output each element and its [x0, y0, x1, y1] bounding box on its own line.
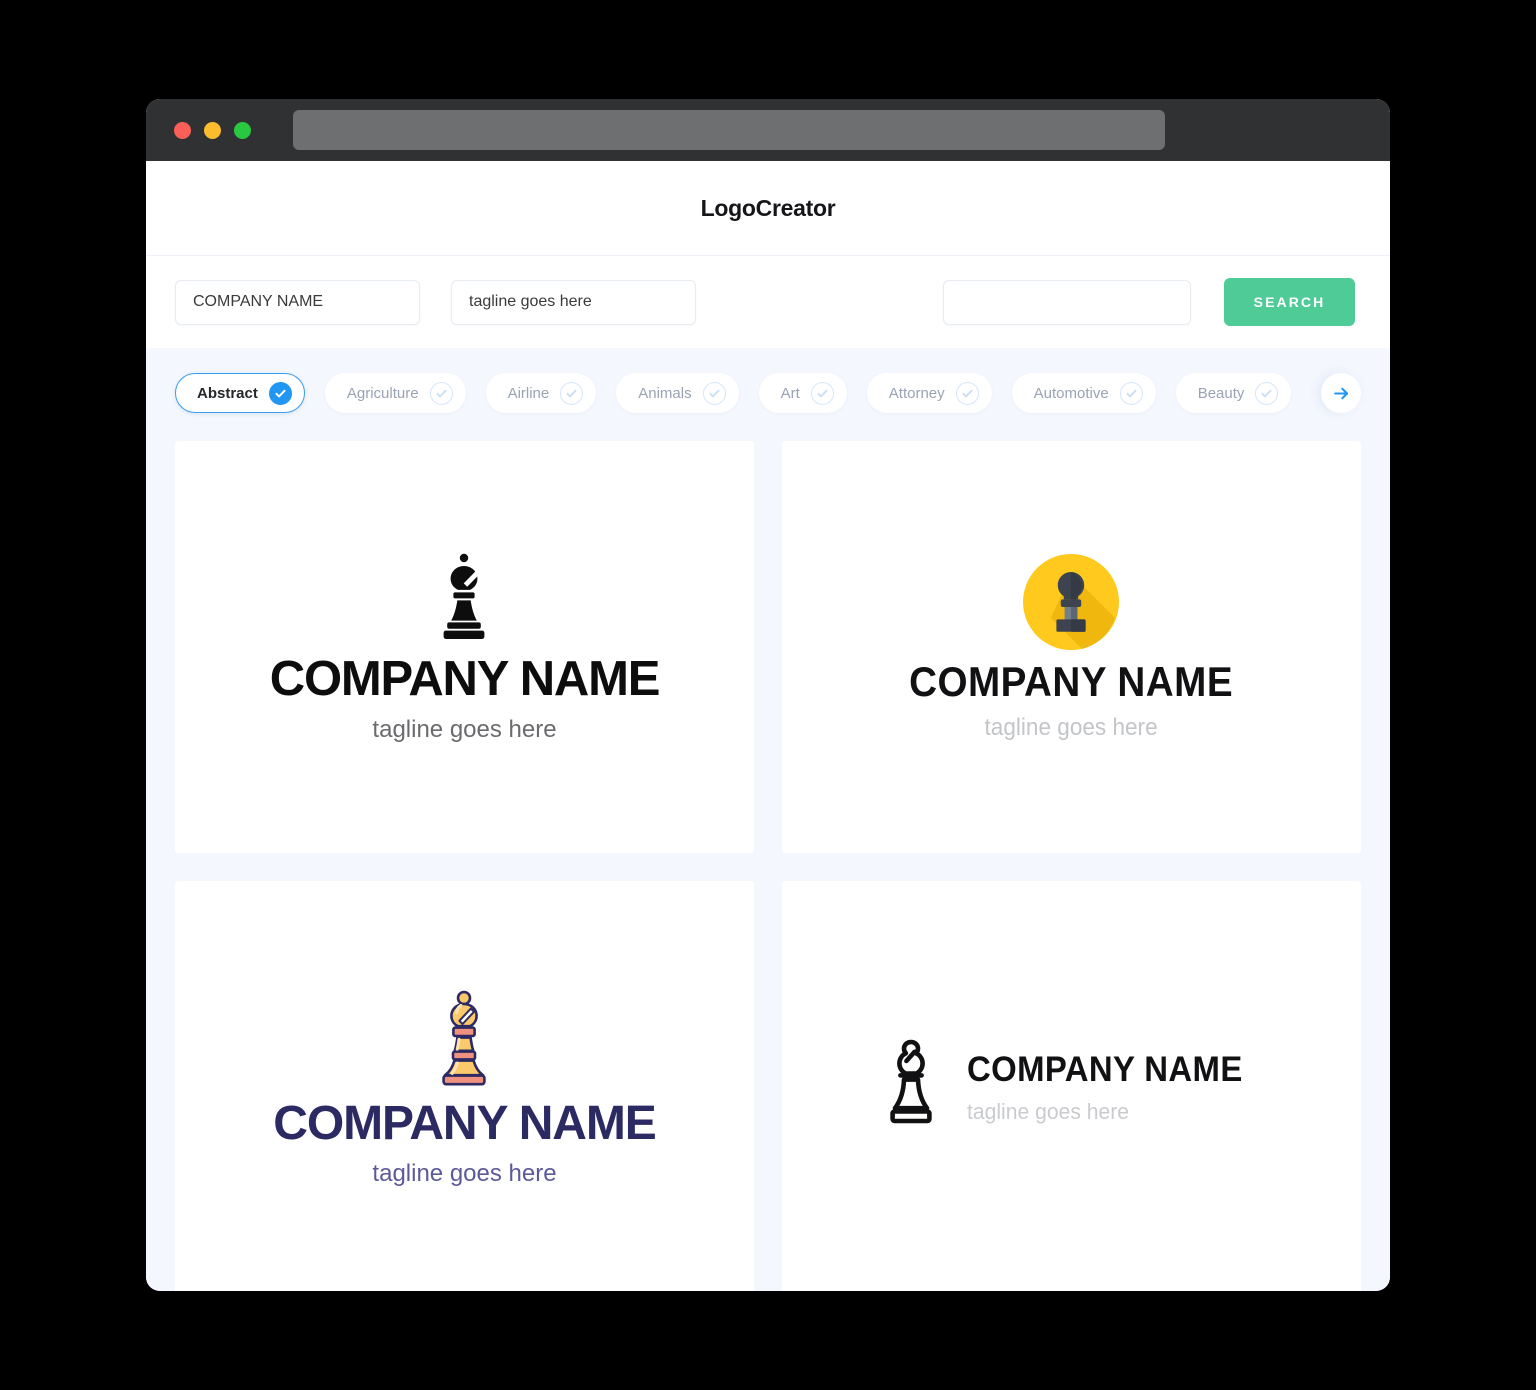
logo-lockup: COMPANY NAME tagline goes here — [883, 1037, 1260, 1138]
minimize-window-button[interactable] — [204, 121, 221, 139]
tagline-input[interactable] — [451, 279, 696, 325]
check-icon — [702, 381, 726, 405]
check-icon — [810, 381, 834, 405]
category-pill-label: Attorney — [888, 384, 945, 402]
arrow-right-icon — [1332, 384, 1351, 403]
category-pill-agriculture[interactable]: Agriculture — [324, 373, 466, 413]
traffic-light-group — [174, 121, 251, 139]
logo-lockup: COMPANY NAME tagline goes here — [269, 552, 661, 743]
check-icon — [560, 381, 584, 405]
logo-tagline: tagline goes here — [372, 1159, 557, 1187]
logo-text-block: COMPANY NAME tagline goes here — [967, 1052, 1260, 1123]
check-icon — [268, 381, 292, 405]
company-name-input[interactable] — [175, 279, 420, 325]
logo-lockup: COMPANY NAME tagline goes here — [895, 554, 1247, 740]
logo-card-3[interactable]: COMPANY NAME tagline goes here — [175, 881, 754, 1291]
category-pill-art[interactable]: Art — [758, 373, 847, 413]
category-pill-label: Airline — [507, 384, 550, 402]
close-window-button[interactable] — [174, 121, 191, 139]
category-pill-label: Automotive — [1033, 384, 1109, 402]
logo-card-2[interactable]: COMPANY NAME tagline goes here — [782, 441, 1361, 853]
chess-bishop-orange-icon — [273, 989, 655, 1094]
logo-tagline: tagline goes here — [966, 1098, 1129, 1124]
logo-card-4[interactable]: COMPANY NAME tagline goes here — [782, 881, 1361, 1291]
url-bar[interactable] — [293, 110, 1165, 150]
category-pill-abstract[interactable]: Abstract — [175, 373, 305, 413]
logo-tagline: tagline goes here — [984, 714, 1159, 741]
logo-lockup: COMPANY NAME tagline goes here — [273, 989, 657, 1187]
category-pill-attorney[interactable]: Attorney — [866, 373, 992, 413]
chess-bishop-solid-black-icon — [270, 552, 659, 649]
logo-company-name: COMPANY NAME — [909, 658, 1234, 705]
logo-tagline: tagline goes here — [372, 716, 557, 743]
category-pill-airline[interactable]: Airline — [485, 373, 597, 413]
logo-card-1[interactable]: COMPANY NAME tagline goes here — [175, 441, 754, 853]
keyword-input[interactable] — [943, 279, 1191, 325]
category-pill-label: Abstract — [197, 384, 258, 402]
chess-bishop-outline-icon — [883, 1037, 939, 1138]
category-pill-label: Agriculture — [346, 384, 419, 402]
app-header: LogoCreator — [146, 161, 1390, 256]
search-toolbar: SEARCH — [146, 256, 1390, 348]
category-pill-label: Animals — [638, 384, 692, 402]
logo-results-grid: COMPANY NAME tagline goes here COMPANY N… — [175, 441, 1361, 1291]
category-pill-animals[interactable]: Animals — [616, 373, 739, 413]
app-title: LogoCreator — [700, 194, 836, 221]
browser-window: LogoCreator SEARCH Abstract Agriculture — [146, 99, 1390, 1291]
chess-pawn-yellow-circle-icon — [895, 554, 1247, 655]
category-filter-bar: Abstract Agriculture Airline Animals Art… — [175, 372, 1361, 414]
category-pill-label: Beauty — [1197, 384, 1245, 402]
categories-next-button[interactable] — [1321, 373, 1361, 413]
content-area: Abstract Agriculture Airline Animals Art… — [146, 348, 1390, 1291]
logo-company-name: COMPANY NAME — [269, 652, 661, 706]
logo-company-name: COMPANY NAME — [966, 1049, 1243, 1089]
check-icon — [1119, 381, 1143, 405]
check-icon — [1255, 381, 1279, 405]
search-button[interactable]: SEARCH — [1224, 278, 1355, 326]
page-root: LogoCreator SEARCH Abstract Agriculture — [0, 0, 1536, 1390]
category-pill-automotive[interactable]: Automotive — [1011, 373, 1156, 413]
maximize-window-button[interactable] — [234, 121, 251, 139]
check-icon — [429, 381, 453, 405]
check-icon — [955, 381, 979, 405]
logo-company-name: COMPANY NAME — [273, 1096, 656, 1150]
category-pill-label: Art — [780, 384, 800, 402]
category-pill-beauty[interactable]: Beauty — [1175, 373, 1292, 413]
browser-titlebar — [146, 99, 1390, 161]
